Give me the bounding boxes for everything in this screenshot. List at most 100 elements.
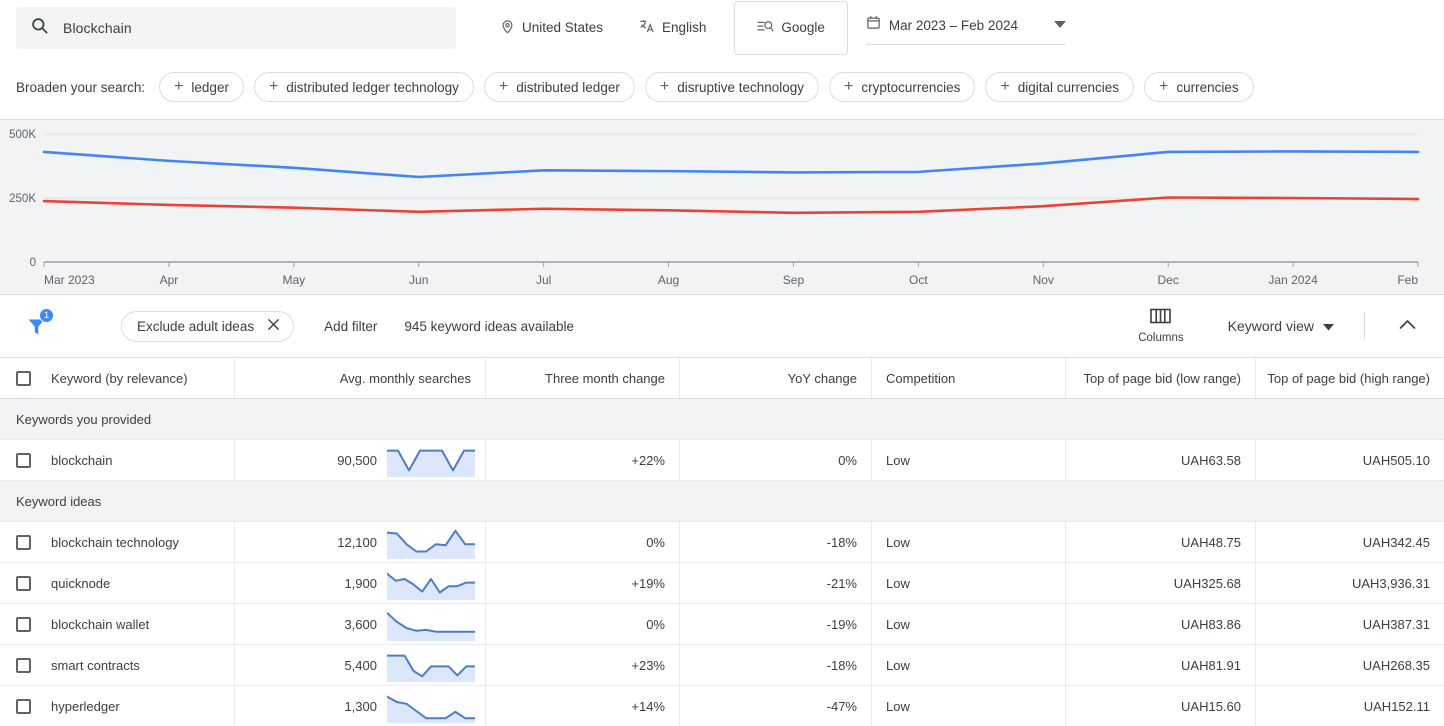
broaden-chip-currencies[interactable]: + currencies [1144,72,1254,102]
svg-text:0: 0 [30,257,36,269]
exclude-adult-ideas-chip[interactable]: Exclude adult ideas [121,310,295,342]
keyword-view-selector[interactable]: Keyword view [1228,318,1334,334]
svg-text:Aug: Aug [658,273,679,287]
keyword-text[interactable]: blockchain wallet [51,617,149,632]
table-row[interactable]: blockchain 90,500 +22% 0% Low UAH63.58 UAH505.… [0,440,1444,481]
cell-bid-high: UAH387.31 [1256,604,1444,644]
collapse-panel-button[interactable] [1387,317,1428,335]
svg-text:Nov: Nov [1033,273,1054,287]
keyword-text[interactable]: hyperledger [51,699,120,714]
cell-three-month-change: +23% [486,645,680,685]
network-selector[interactable]: Google [734,0,848,55]
cell-avg-monthly-searches: 3,600 [235,604,486,644]
columns-button[interactable]: Columns [1124,308,1197,344]
row-checkbox[interactable] [16,452,31,468]
row-checkbox[interactable] [16,657,31,673]
header-cell-yoy[interactable]: YoY change [680,358,872,398]
search-input[interactable]: Blockchain [16,6,456,49]
sparkline [387,572,475,600]
table-row[interactable]: blockchain technology 12,100 0% -18% Low UAH4… [0,522,1444,563]
cell-competition-value: Low [886,616,910,632]
cell-bid-low: UAH83.86 [1066,604,1256,644]
chip-label: distributed ledger [516,79,620,95]
avg-monthly-value: 1,900 [344,575,377,591]
cell-three-month-change: +14% [486,686,680,726]
date-range-label: Mar 2023 – Feb 2024 [888,17,1018,33]
header-competition-label: Competition [886,370,956,386]
language-selector[interactable]: English [621,8,724,48]
location-selector[interactable]: United States [482,8,621,48]
keyword-text[interactable]: blockchain [51,453,112,468]
select-all-checkbox[interactable] [16,370,31,386]
row-checkbox[interactable] [16,575,31,591]
header-cell-bid-low[interactable]: Top of page bid (low range) [1066,358,1256,398]
date-range-picker[interactable]: Mar 2023 – Feb 2024 [865,11,1066,45]
header-cell-avg-monthly[interactable]: Avg. monthly searches [235,358,486,398]
chip-label: digital currencies [1017,79,1120,95]
svg-text:Jul: Jul [536,273,551,287]
cell-avg-monthly-searches: 1,900 [235,563,486,603]
cell-keyword: blockchain technology [0,522,235,562]
plus-icon: + [1159,78,1169,95]
keyword-text[interactable]: smart contracts [51,658,140,673]
cell-bid-high: UAH3,936.31 [1256,563,1444,603]
header-3m-label: Three month change [545,370,665,386]
cell-bid-low: UAH48.75 [1066,522,1256,562]
header-cell-three-month[interactable]: Three month change [486,358,680,398]
close-icon[interactable] [267,318,280,334]
keyword-text[interactable]: blockchain technology [51,535,179,550]
keyword-text[interactable]: quicknode [51,576,110,591]
broaden-chip-distributed-ledger-technology[interactable]: + distributed ledger technology [253,72,474,102]
broaden-chip-distributed-ledger[interactable]: + distributed ledger [483,72,635,102]
cell-bid-low: UAH81.91 [1066,645,1256,685]
row-checkbox[interactable] [16,534,31,550]
header-cell-bid-high[interactable]: Top of page bid (high range) [1256,358,1444,398]
location-label: United States [522,20,604,35]
filter-icon[interactable]: 1 [16,306,56,346]
header-cell-competition[interactable]: Competition [872,358,1066,398]
exclude-chip-label: Exclude adult ideas [137,318,255,334]
cell-competition: Low [872,604,1066,644]
table-row[interactable]: hyperledger 1,300 +14% -47% Low UAH15.60 UAH15… [0,686,1444,726]
chevron-down-icon[interactable] [1053,16,1066,34]
plus-icon: + [268,78,279,95]
cell-bid-low-value: UAH63.58 [1181,452,1241,468]
cell-yoy-change-value: -19% [826,616,857,632]
row-checkbox[interactable] [16,698,31,714]
header-bid-low-label: Top of page bid (low range) [1083,370,1241,386]
plus-icon: + [659,78,670,95]
cell-bid-low-value: UAH325.68 [1173,575,1241,591]
sparkline [387,449,475,477]
broaden-chip-digital-currencies[interactable]: + digital currencies [985,72,1135,102]
table-section-header: Keyword ideas [0,481,1444,522]
top-bar: Blockchain United States English Google … [0,0,1444,55]
cell-yoy-change-value: -18% [826,657,857,673]
trend-chart-canvas: 500K 250K 0 Mar 2023 Apr May Jun Jul Aug Sep Oct No… [9,129,1420,287]
cell-bid-high-value: UAH505.10 [1362,452,1430,468]
broaden-chip-cryptocurrencies[interactable]: + cryptocurrencies [829,72,976,102]
svg-text:Jun: Jun [409,273,428,287]
table-row[interactable]: smart contracts 5,400 +23% -18% Low UAH81.91 U… [0,645,1444,686]
cell-bid-low: UAH63.58 [1066,440,1256,480]
table-row[interactable]: blockchain wallet 3,600 0% -19% Low UAH83.86 U… [0,604,1444,645]
table-row[interactable]: quicknode 1,900 +19% -21% Low UAH325.68 UAH3,9… [0,563,1444,604]
cell-yoy-change: -18% [680,522,872,562]
cell-bid-low: UAH15.60 [1066,686,1256,726]
svg-text:Dec: Dec [1158,273,1179,287]
svg-text:Apr: Apr [160,273,179,287]
header-cell-keyword[interactable]: Keyword (by relevance) [0,358,235,398]
add-filter-button[interactable]: Add filter [324,319,377,334]
columns-icon [1150,308,1172,329]
chevron-up-icon [1399,317,1416,334]
filter-count-badge: 1 [39,308,54,323]
cell-keyword: blockchain wallet [0,604,235,644]
cell-three-month-change-value: +22% [631,452,665,468]
broaden-chip-disruptive-technology[interactable]: + disruptive technology [644,72,820,102]
search-volume-trend-chart: 500K 250K 0 Mar 2023 Apr May Jun Jul Aug Sep Oct No… [0,120,1444,295]
cell-bid-low-value: UAH83.86 [1181,616,1241,632]
cell-yoy-change-value: -21% [826,575,857,591]
row-checkbox[interactable] [16,616,31,632]
broaden-chip-ledger[interactable]: + ledger [159,72,244,102]
search-query-text: Blockchain [63,19,132,36]
avg-monthly-value: 1,300 [344,698,377,714]
